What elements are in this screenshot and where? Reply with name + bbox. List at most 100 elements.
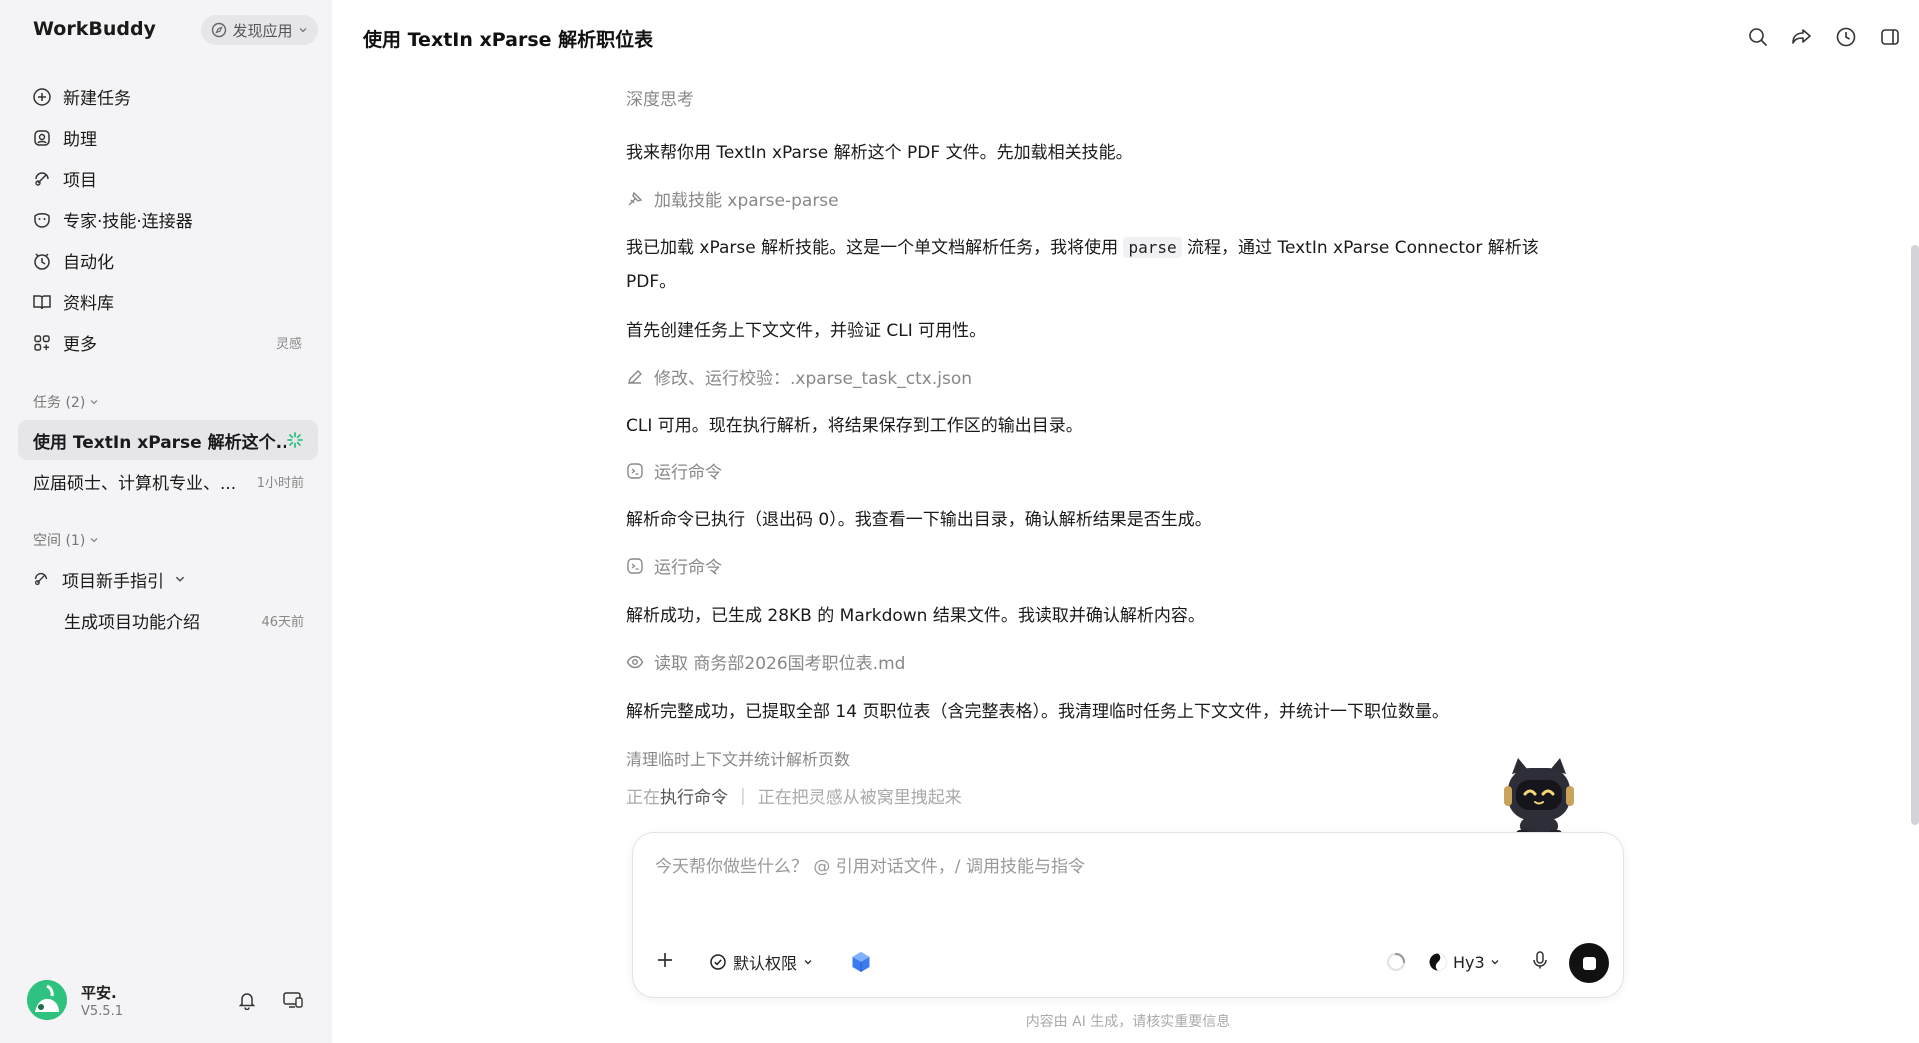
- loading-spinner-icon: [1386, 952, 1406, 972]
- sidebar-item-automation[interactable]: 自动化: [20, 240, 318, 281]
- chevron-down-icon: [299, 28, 306, 33]
- user-name: 平安.: [81, 984, 117, 1002]
- space-item-label: 项目新手指引: [62, 571, 164, 592]
- avatar-illustration: [27, 980, 67, 1020]
- spaces-section-header[interactable]: 空间 (1): [33, 530, 99, 550]
- mascot-robot-cat[interactable]: [1496, 752, 1582, 842]
- model-label: Hy3: [1453, 952, 1485, 972]
- grid-icon: [34, 334, 50, 351]
- model-selector[interactable]: Hy3: [1428, 947, 1500, 977]
- sidebar-item-label: 新建任务: [63, 89, 131, 109]
- sidebar-item-projects[interactable]: 项目: [20, 158, 318, 199]
- tool-call-read-file[interactable]: 读取 商务部2026国考职位表.md: [626, 649, 905, 674]
- spaces-section-label: 空间 (1): [33, 533, 86, 549]
- tool-call-label: 读取 商务部2026国考职位表.md: [654, 654, 906, 674]
- message-text: 我已加载 xParse 解析技能。这是一个单文档解析任务，我将使用: [626, 238, 1124, 258]
- header-actions: [1747, 26, 1901, 48]
- sidebar-item-label: 更多: [63, 335, 97, 355]
- project-icon: [35, 171, 49, 186]
- sidebar-item-experts[interactable]: 专家·技能·连接器: [20, 199, 318, 240]
- sidebar-item-label: 专家·技能·连接器: [63, 212, 193, 232]
- status-separator: |: [740, 785, 746, 806]
- app-version: V5.5.1: [81, 1004, 123, 1019]
- shield-check-icon: [710, 954, 726, 970]
- inspiration-badge[interactable]: 灵感: [276, 333, 302, 352]
- tool-call-run-command[interactable]: 运行命令: [626, 458, 722, 483]
- message-input[interactable]: 今天帮你做些什么？ @ 引用对话文件，/ 调用技能与指令: [655, 852, 1085, 877]
- permission-selector[interactable]: 默认权限: [709, 947, 813, 977]
- current-step-label: 清理临时上下文并统计解析页数: [626, 750, 851, 769]
- terminal-icon: [627, 557, 643, 574]
- tool-call-label: 修改、运行校验：.xparse_task_ctx.json: [654, 369, 972, 389]
- eye-icon: [626, 655, 644, 668]
- task-item-label: 使用 TextIn xParse 解析这个...: [33, 432, 286, 453]
- add-attachment-icon[interactable]: [655, 950, 675, 970]
- sidebar-item-label: 项目: [63, 171, 97, 191]
- share-icon[interactable]: [1791, 26, 1813, 48]
- space-child-item[interactable]: 生成项目功能介绍 46天前: [18, 600, 318, 640]
- tool-call-load-skill[interactable]: 加载技能 xparse-parse: [626, 186, 839, 211]
- tool-call-label: 运行命令: [654, 558, 722, 578]
- status-prefix: 正在: [626, 788, 660, 808]
- sidebar-item-more[interactable]: 更多 灵感: [20, 322, 318, 363]
- tool-call-run-command[interactable]: 运行命令: [626, 553, 722, 578]
- brand-name: WorkBuddy: [33, 18, 156, 40]
- sidebar-item-label: 自动化: [63, 253, 114, 273]
- space-child-time: 46天前: [261, 614, 304, 630]
- project-icon: [34, 573, 48, 586]
- sidebar-item-library[interactable]: 资料库: [20, 281, 318, 322]
- assistant-message: 解析命令已执行（退出码 0）。我查看一下输出目录，确认解析结果是否生成。: [626, 510, 1212, 530]
- status-line: 正在 执行命令 | 正在把灵感从被窝里拽起来: [626, 783, 962, 809]
- sidebar-item-new-task[interactable]: 新建任务: [20, 76, 318, 117]
- assistant-message: 首先创建任务上下文文件，并验证 CLI 可用性。: [626, 321, 987, 341]
- chevron-down-icon: [804, 960, 812, 965]
- status-action: 执行命令: [660, 788, 728, 808]
- pencil-icon: [628, 369, 642, 384]
- task-item-time: 1小时前: [256, 475, 304, 491]
- message-composer: 今天帮你做些什么？ @ 引用对话文件，/ 调用技能与指令 默认权限 Hy3: [632, 832, 1624, 998]
- terminal-icon: [627, 462, 643, 479]
- ai-disclaimer: 内容由 AI 生成，请核实重要信息: [1025, 1014, 1231, 1030]
- chevron-down-icon: [1491, 960, 1499, 965]
- message-text-continued: PDF。: [626, 272, 677, 292]
- compass-icon: [212, 22, 227, 38]
- sidebar: WorkBuddy 发现应用 新建任务 助理 项目 专家·技能·连接器 自动化: [0, 0, 332, 1043]
- history-icon[interactable]: [1835, 26, 1857, 48]
- scrollbar[interactable]: [1911, 245, 1919, 825]
- status-flavor-text: 正在把灵感从被窝里拽起来: [757, 788, 962, 808]
- tool-call-edit[interactable]: 修改、运行校验：.xparse_task_ctx.json: [626, 364, 972, 389]
- device-icon[interactable]: [282, 990, 304, 1010]
- skill-icon: [628, 191, 643, 205]
- assistant-message: CLI 可用。现在执行解析，将结果保存到工作区的输出目录。: [626, 416, 1083, 436]
- panel-toggle-icon[interactable]: [1879, 26, 1901, 48]
- sidebar-item-label: 资料库: [63, 294, 114, 314]
- space-item-project-guide[interactable]: 项目新手指引: [18, 559, 318, 599]
- assistant-message: 我来帮你用 TextIn xParse 解析这个 PDF 文件。先加载相关技能。: [626, 143, 1133, 163]
- search-icon[interactable]: [1747, 26, 1769, 48]
- sidebar-nav: 新建任务 助理 项目 专家·技能·连接器 自动化 资料库 更多 灵感: [20, 76, 318, 363]
- chevron-down-icon: [90, 538, 98, 543]
- book-icon: [33, 294, 51, 309]
- avatar[interactable]: [27, 980, 67, 1020]
- connector-hexagon-icon[interactable]: [851, 951, 871, 973]
- stop-generation-button[interactable]: [1569, 943, 1609, 983]
- task-item-active[interactable]: 使用 TextIn xParse 解析这个...: [18, 420, 318, 460]
- microphone-icon[interactable]: [1530, 950, 1550, 970]
- plus-circle-icon: [33, 87, 51, 106]
- sidebar-item-assistant[interactable]: 助理: [20, 117, 318, 158]
- bell-icon[interactable]: [237, 990, 257, 1010]
- discover-apps-button[interactable]: 发现应用: [201, 15, 318, 45]
- automation-icon: [34, 252, 50, 270]
- tool-call-label: 加载技能 xparse-parse: [654, 191, 839, 211]
- assistant-message: 解析成功，已生成 28KB 的 Markdown 结果文件。我读取并确认解析内容…: [626, 606, 1205, 626]
- running-spinner-icon: [287, 432, 303, 448]
- tasks-section-header[interactable]: 任务 (2): [33, 392, 99, 412]
- chevron-down-icon: [175, 576, 185, 582]
- assistant-message: 解析完整成功，已提取全部 14 页职位表（含完整表格）。我清理临时任务上下文文件…: [626, 702, 1449, 722]
- tasks-section-label: 任务 (2): [33, 395, 86, 411]
- expert-icon: [34, 212, 50, 228]
- deep-thinking-label[interactable]: 深度思考: [626, 85, 694, 110]
- message-text: 流程，通过 TextIn xParse Connector 解析该: [1181, 238, 1539, 258]
- page-title: 使用 TextIn xParse 解析职位表: [363, 29, 654, 51]
- task-item[interactable]: 应届硕士、计算机专业、... 1小时前: [18, 461, 318, 501]
